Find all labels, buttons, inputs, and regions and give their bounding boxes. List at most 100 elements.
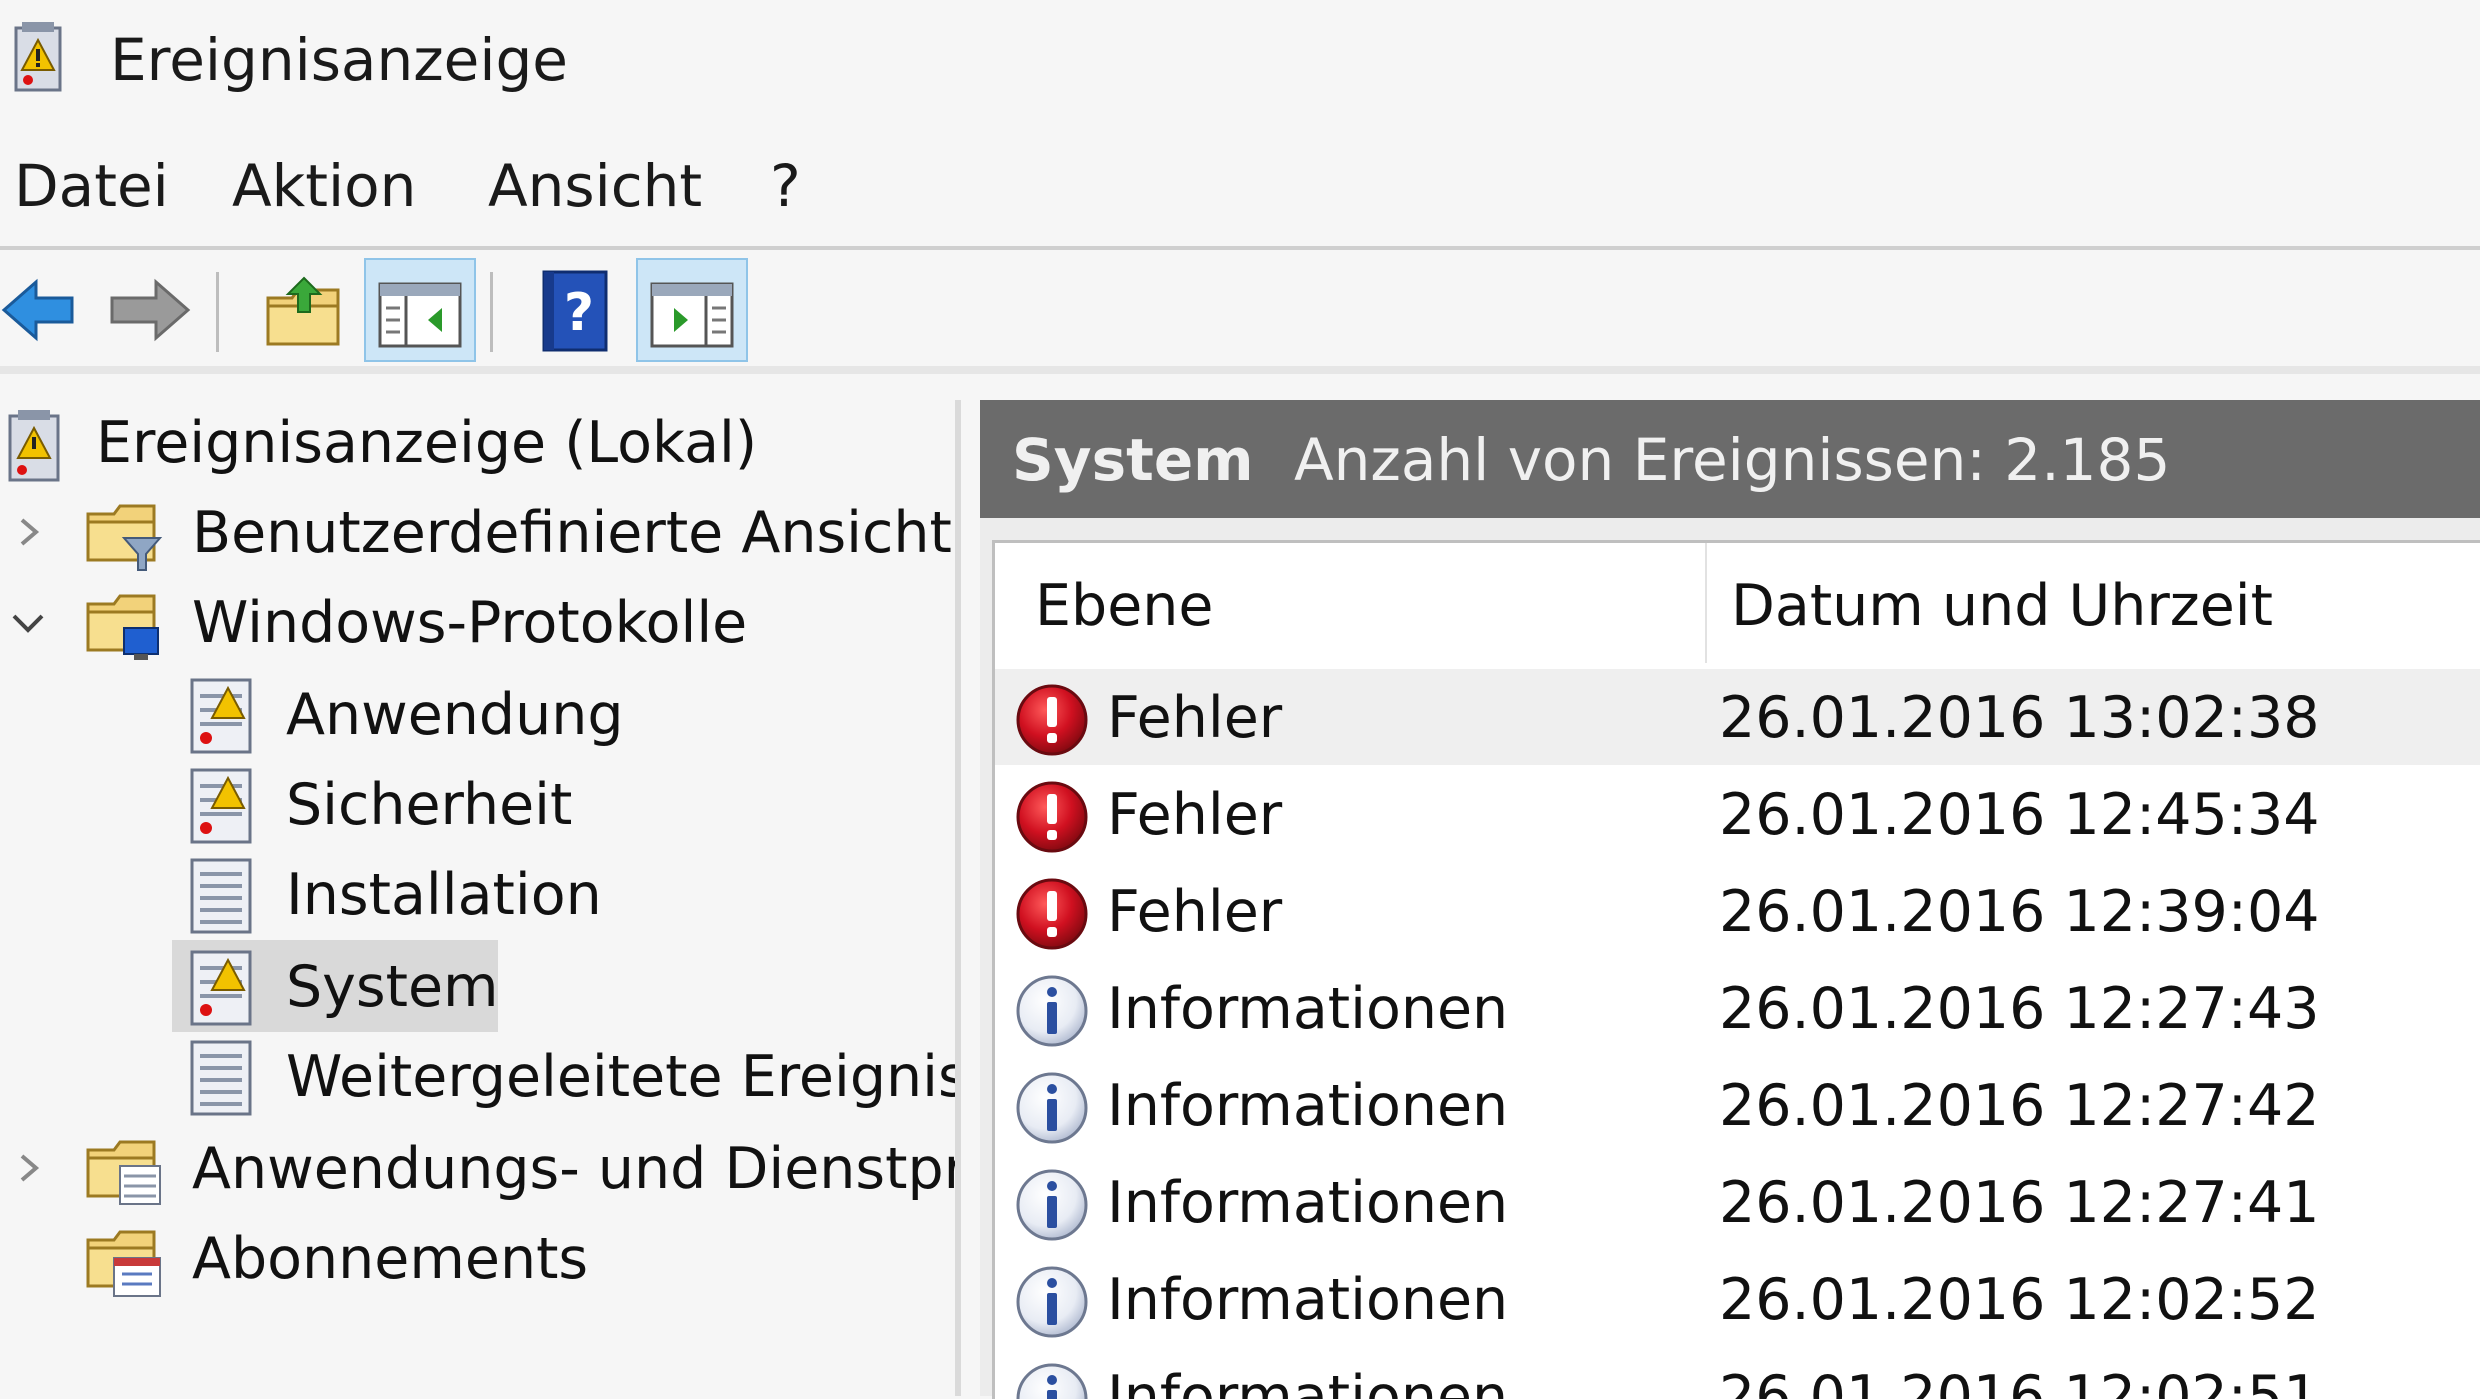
table-row[interactable]: Fehler 26.01.2016 12:39:04	[995, 863, 2480, 959]
column-header-label: Ebene	[1035, 573, 1214, 639]
info-icon	[1016, 1169, 1088, 1241]
error-icon	[1013, 875, 1091, 953]
table-row[interactable]: Fehler 26.01.2016 13:02:38	[995, 669, 2480, 765]
info-icon	[1016, 1363, 1088, 1399]
tree-item-label: Installation	[286, 862, 602, 928]
info-icon	[1016, 975, 1088, 1047]
tree-item-application[interactable]: Anwendung	[0, 672, 955, 760]
event-level: Fehler	[1107, 685, 1283, 751]
toolbar-separator	[490, 272, 493, 352]
toolbar-border	[0, 366, 2480, 374]
tree-item-system[interactable]: System	[0, 940, 955, 1032]
window-title: Ereignisanzeige	[110, 26, 568, 94]
forward-button[interactable]	[96, 258, 208, 362]
events-table: Ebene Datum und Uhrzeit Fehler 26.01.2016…	[992, 540, 2480, 1399]
event-datetime: 26.01.2016 12:39:04	[1719, 879, 2320, 945]
subscriptions-folder-icon	[86, 1230, 161, 1297]
tree-item-label: Abonnements	[192, 1226, 589, 1292]
help-icon: ?	[542, 270, 608, 352]
table-row[interactable]: Fehler 26.01.2016 12:45:34	[995, 766, 2480, 862]
tree-root-label: Ereignisanzeige (Lokal)	[96, 410, 758, 476]
info-icon	[1013, 1069, 1091, 1147]
back-arrow-icon	[1, 278, 74, 342]
event-level: Informationen	[1107, 1073, 1509, 1139]
chevron-right-icon[interactable]	[8, 512, 48, 552]
svg-text:?: ?	[564, 283, 594, 343]
log-list-icon	[190, 1040, 252, 1116]
table-row[interactable]: Informationen 26.01.2016 12:27:43	[995, 960, 2480, 1056]
tree-item-label: Anwendung	[286, 682, 624, 748]
filter-folder-icon	[86, 504, 163, 571]
forward-arrow-icon	[110, 278, 191, 342]
tree-item-app-service-logs[interactable]: Anwendungs- und Dienstprotokolle	[0, 1126, 955, 1214]
event-level: Informationen	[1107, 1170, 1509, 1236]
tree-item-subscriptions[interactable]: Abonnements	[0, 1216, 955, 1304]
info-icon	[1016, 1072, 1088, 1144]
up-button[interactable]	[248, 258, 360, 362]
error-icon	[1016, 684, 1088, 756]
event-datetime: 26.01.2016 12:27:41	[1719, 1170, 2320, 1236]
event-level: Informationen	[1107, 976, 1509, 1042]
event-level: Fehler	[1107, 782, 1283, 848]
event-list-pane: System Anzahl von Ereignissen: 2.185 Ebe…	[980, 400, 2480, 1399]
event-datetime: 26.01.2016 12:27:42	[1719, 1073, 2320, 1139]
event-viewer-icon	[14, 22, 62, 92]
show-hide-console-tree-icon	[378, 282, 462, 348]
show-hide-action-pane-icon	[650, 282, 734, 348]
title-bar: Ereignisanzeige	[0, 0, 2480, 130]
table-row[interactable]: Informationen 26.01.2016 12:02:52	[995, 1251, 2480, 1347]
menu-bar: Datei Aktion Ansicht ?	[0, 152, 2480, 234]
error-icon	[1013, 681, 1091, 759]
show-hide-console-tree-button[interactable]	[364, 258, 476, 362]
info-icon	[1013, 1166, 1091, 1244]
menu-aktion[interactable]: Aktion	[232, 152, 416, 220]
event-datetime: 26.01.2016 12:27:43	[1719, 976, 2320, 1042]
log-header: System Anzahl von Ereignissen: 2.185	[980, 400, 2480, 518]
log-list-icon	[190, 858, 252, 934]
column-header-level[interactable]: Ebene	[995, 543, 1705, 663]
event-datetime: 26.01.2016 13:02:38	[1719, 685, 2320, 751]
menu-ansicht[interactable]: Ansicht	[488, 152, 702, 220]
chevron-right-icon[interactable]	[8, 1148, 48, 1188]
windows-logs-folder-icon	[86, 594, 159, 660]
chevron-down-icon[interactable]	[8, 602, 48, 642]
event-count: Anzahl von Ereignissen: 2.185	[1294, 426, 2171, 494]
tree-item-label: System	[286, 954, 499, 1020]
event-datetime: 26.01.2016 12:45:34	[1719, 782, 2320, 848]
show-hide-action-pane-button[interactable]	[636, 258, 748, 362]
error-icon	[1013, 778, 1091, 856]
folder-log-icon	[86, 1140, 161, 1205]
error-icon	[1016, 878, 1088, 950]
event-level: Informationen	[1107, 1267, 1509, 1333]
tree-item-custom-views[interactable]: Benutzerdefinierte Ansichten	[0, 490, 955, 578]
tree-item-label: Anwendungs- und Dienstprotokolle	[192, 1136, 955, 1202]
info-icon	[1016, 1266, 1088, 1338]
tree-item-label: Sicherheit	[286, 772, 573, 838]
table-row[interactable]: Informationen 26.01.2016 12:02:51	[995, 1348, 2480, 1399]
console-tree: Ereignisanzeige (Lokal) Benutzerdefinier…	[0, 400, 955, 1396]
toolbar-separator	[216, 272, 219, 352]
info-icon	[1013, 1360, 1091, 1399]
help-button[interactable]: ?	[518, 258, 630, 362]
tree-item-windows-logs[interactable]: Windows-Protokolle	[0, 580, 955, 668]
info-icon	[1013, 1263, 1091, 1341]
column-header-label: Datum und Uhrzeit	[1731, 573, 2273, 639]
pane-splitter[interactable]	[955, 400, 961, 1396]
menu-help[interactable]: ?	[770, 152, 801, 220]
column-header-datetime[interactable]: Datum und Uhrzeit	[1707, 543, 2480, 663]
tree-item-forwarded-events[interactable]: Weitergeleitete Ereignisse	[0, 1034, 955, 1122]
menu-datei[interactable]: Datei	[14, 152, 169, 220]
up-folder-icon	[266, 276, 340, 346]
tree-item-label: Weitergeleitete Ereignisse	[286, 1044, 955, 1110]
menu-separator	[0, 246, 2480, 250]
table-row[interactable]: Informationen 26.01.2016 12:27:41	[995, 1154, 2480, 1250]
tree-root[interactable]: Ereignisanzeige (Lokal)	[0, 400, 955, 488]
tree-item-security[interactable]: Sicherheit	[0, 762, 955, 850]
event-datetime: 26.01.2016 12:02:51	[1719, 1364, 2320, 1399]
error-icon	[1016, 781, 1088, 853]
event-level: Informationen	[1107, 1364, 1509, 1399]
log-icon	[190, 768, 252, 844]
table-row[interactable]: Informationen 26.01.2016 12:27:42	[995, 1057, 2480, 1153]
tree-item-installation[interactable]: Installation	[0, 852, 955, 940]
event-datetime: 26.01.2016 12:02:52	[1719, 1267, 2320, 1333]
